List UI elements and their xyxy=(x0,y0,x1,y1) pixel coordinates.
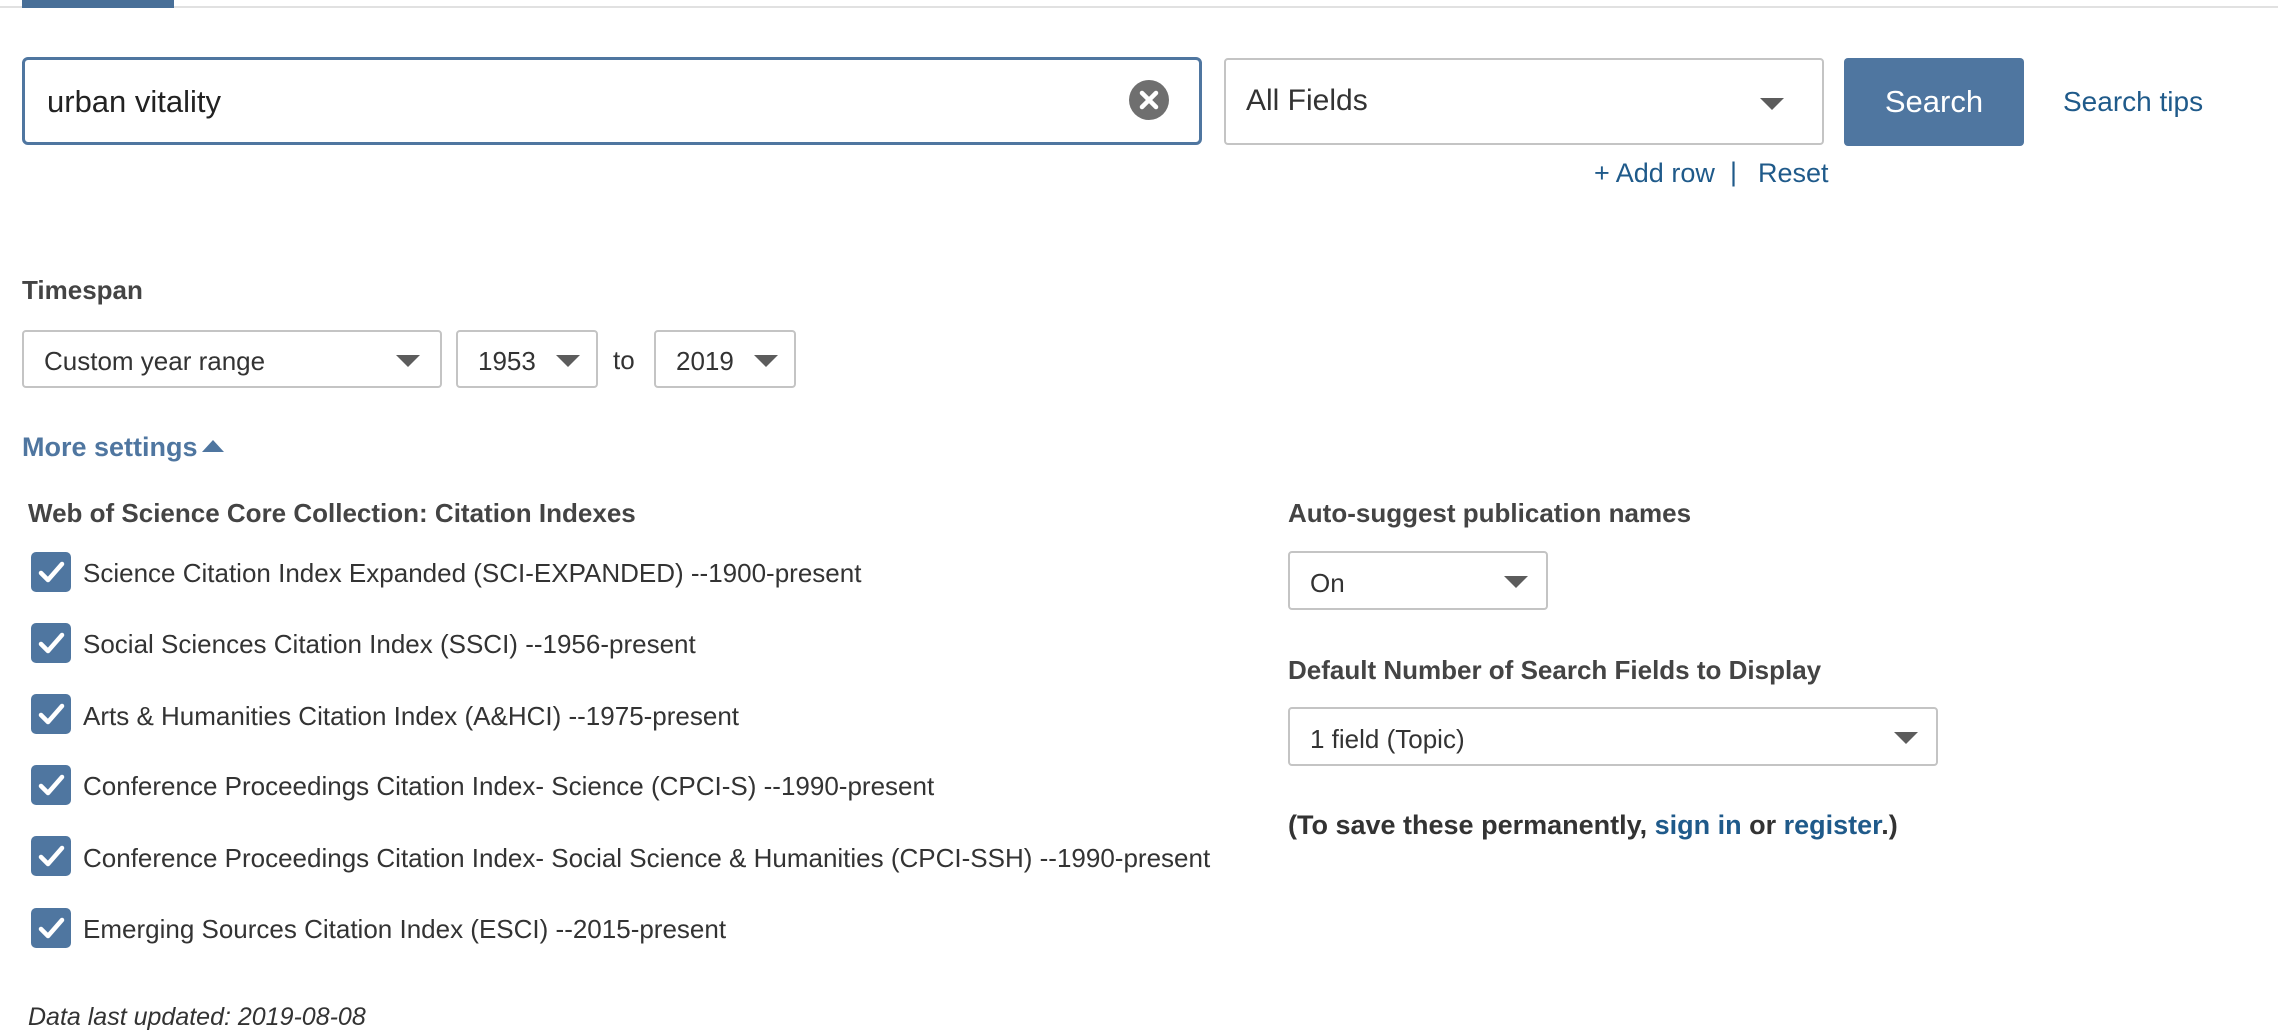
chevron-down-icon xyxy=(754,355,778,367)
link-separator: | xyxy=(1730,157,1738,187)
from-year-select[interactable]: 1953 xyxy=(456,330,598,388)
to-label: to xyxy=(613,345,635,375)
checkbox-esci[interactable] xyxy=(31,908,71,948)
checkbox-label: Conference Proceedings Citation Index- S… xyxy=(83,843,1211,873)
add-row-link[interactable]: + Add row xyxy=(1594,158,1715,189)
timespan-range-value: Custom year range xyxy=(44,346,266,376)
chevron-down-icon xyxy=(556,355,580,367)
top-divider xyxy=(0,6,2278,8)
active-tab-indicator xyxy=(22,0,174,8)
save-note-middle: or xyxy=(1741,810,1784,840)
checkbox-label: Science Citation Index Expanded (SCI-EXP… xyxy=(83,558,862,588)
field-select-value: All Fields xyxy=(1246,84,1368,117)
more-settings-label: More settings xyxy=(22,432,198,462)
more-settings-toggle[interactable]: More settings xyxy=(22,432,224,463)
from-year-value: 1953 xyxy=(478,346,536,376)
search-button[interactable]: Search xyxy=(1844,58,2024,146)
checkbox-ahci[interactable] xyxy=(31,694,71,734)
chevron-down-icon xyxy=(1894,732,1918,744)
timespan-range-select[interactable]: Custom year range xyxy=(22,330,442,388)
citation-indexes-title: Web of Science Core Collection: Citation… xyxy=(28,498,636,528)
save-settings-note: (To save these permanently, sign in or r… xyxy=(1288,810,1898,841)
search-tips-link[interactable]: Search tips xyxy=(2063,86,2203,118)
checkbox-cpci-ssh[interactable] xyxy=(31,836,71,876)
checkbox-label: Conference Proceedings Citation Index- S… xyxy=(83,771,935,801)
search-box[interactable] xyxy=(22,57,1202,145)
to-year-select[interactable]: 2019 xyxy=(654,330,796,388)
chevron-down-icon xyxy=(1760,98,1784,110)
chevron-down-icon xyxy=(396,355,420,367)
chevron-up-icon xyxy=(202,440,224,452)
sign-in-link[interactable]: sign in xyxy=(1655,810,1742,840)
checkbox-cpci-s[interactable] xyxy=(31,765,71,805)
search-input[interactable] xyxy=(45,60,1109,144)
default-fields-value: 1 field (Topic) xyxy=(1310,724,1465,754)
reset-link[interactable]: Reset xyxy=(1758,158,1829,189)
default-fields-select[interactable]: 1 field (Topic) xyxy=(1288,707,1938,766)
checkbox-sci-expanded[interactable] xyxy=(31,552,71,592)
save-note-prefix: (To save these permanently, xyxy=(1288,810,1655,840)
checkbox-ssci[interactable] xyxy=(31,623,71,663)
checkbox-label: Social Sciences Citation Index (SSCI) --… xyxy=(83,629,696,659)
auto-suggest-select[interactable]: On xyxy=(1288,551,1548,610)
default-fields-title: Default Number of Search Fields to Displ… xyxy=(1288,655,1822,685)
auto-suggest-value: On xyxy=(1310,568,1345,598)
timespan-label: Timespan xyxy=(22,275,143,305)
checkbox-label: Arts & Humanities Citation Index (A&HCI)… xyxy=(83,701,740,731)
to-year-value: 2019 xyxy=(676,346,734,376)
clear-icon[interactable] xyxy=(1129,80,1169,120)
auto-suggest-title: Auto-suggest publication names xyxy=(1288,498,1692,528)
data-last-updated: Data last updated: 2019-08-08 xyxy=(28,1003,366,1031)
field-select[interactable]: All Fields xyxy=(1224,58,1824,145)
save-note-suffix: .) xyxy=(1881,810,1898,840)
register-link[interactable]: register xyxy=(1784,810,1882,840)
checkbox-label: Emerging Sources Citation Index (ESCI) -… xyxy=(83,914,727,944)
chevron-down-icon xyxy=(1504,576,1528,588)
